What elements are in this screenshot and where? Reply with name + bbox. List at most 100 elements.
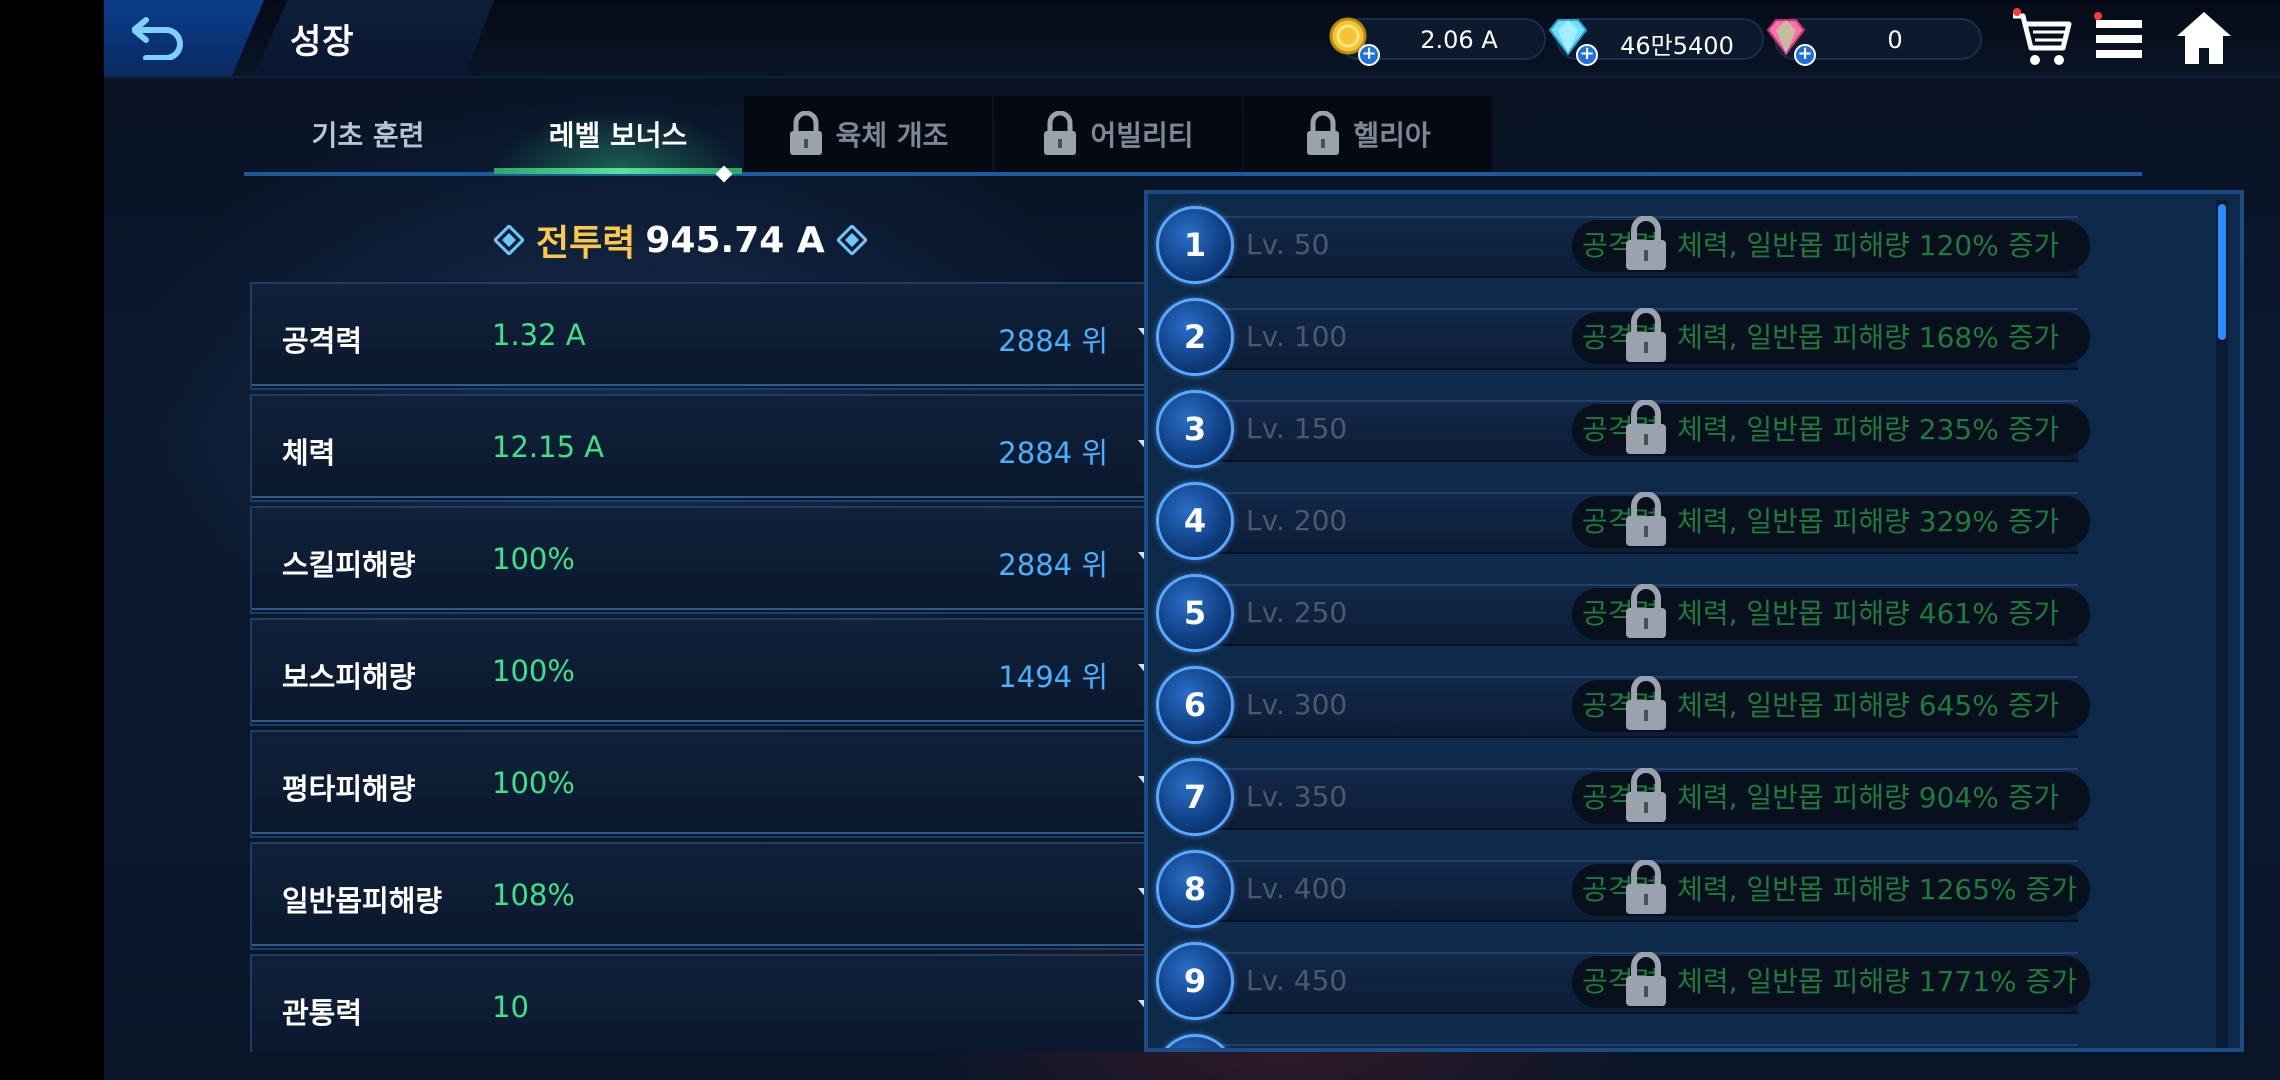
stat-value: 12.15 A xyxy=(492,430,605,464)
stat-name: 스킬피해량 xyxy=(282,548,416,582)
stat-name: 평타피해량 xyxy=(282,772,416,806)
bonus-row-9[interactable]: 9 Lv. 450 공격력, 체력, 일반몹 피해량 1771% 증가 xyxy=(1154,942,2218,1022)
bonus-row-2[interactable]: 2 Lv. 100 공격력, 체력, 일반몹 피해량 168% 증가 xyxy=(1154,298,2218,378)
stat-rank: 2884 위 xyxy=(998,548,1108,582)
bonus-number-badge: 2 xyxy=(1156,298,1234,376)
bonus-row-10-partial[interactable] xyxy=(1154,1034,2218,1048)
combat-power-label: 전투력 xyxy=(536,223,636,264)
stat-row-basic-attack-damage[interactable]: 평타피해량 100% xyxy=(250,730,1204,838)
stat-list[interactable]: 공격력 1.32 A 2884 위 체력 12.15 A 2884 위 스킬피해… xyxy=(250,282,1206,1052)
lock-icon xyxy=(1626,952,1666,1006)
stat-rank: 2884 위 xyxy=(998,324,1108,358)
stat-row-boss-damage[interactable]: 보스피해량 100% 1494 위 xyxy=(250,618,1204,726)
stat-row-skill-damage[interactable]: 스킬피해량 100% 2884 위 xyxy=(250,506,1204,614)
tab-ability[interactable]: 어빌리티 xyxy=(994,96,1242,172)
back-arrow-icon xyxy=(132,17,183,60)
stat-value: 108% xyxy=(492,878,575,912)
row-divider xyxy=(252,944,1202,946)
lock-icon xyxy=(1626,216,1666,270)
bonus-number-badge: 6 xyxy=(1156,666,1234,744)
row-divider xyxy=(252,832,1202,834)
currency-gold[interactable]: + 2.06 A xyxy=(1329,17,1546,66)
lock-icon xyxy=(789,111,822,155)
bonus-number-badge xyxy=(1156,1034,1234,1048)
currency-diamond-value: 46만5400 xyxy=(1620,32,1734,60)
lock-icon xyxy=(1044,111,1077,155)
top-bar: 성장 + 2.06 A + 46만5400 + 0 xyxy=(104,0,2280,78)
stat-row-normal-mob-damage[interactable]: 일반몹피해량 108% xyxy=(250,842,1204,950)
stat-name: 체력 xyxy=(282,436,336,470)
level-bonus-list[interactable]: 1 Lv. 50 공격력, 체력, 일반몹 피해량 120% 증가 2 Lv. … xyxy=(1144,194,2224,1048)
bonus-row-7[interactable]: 7 Lv. 350 공격력, 체력, 일반몹 피해량 904% 증가 xyxy=(1154,758,2218,838)
bonus-number-badge: 3 xyxy=(1156,390,1234,468)
tab-label: 레벨 보너스 xyxy=(548,119,688,152)
bonus-level: Lv. 300 xyxy=(1246,688,1348,721)
row-divider xyxy=(252,496,1202,498)
stat-name: 관통력 xyxy=(282,996,363,1030)
stat-row-health[interactable]: 체력 12.15 A 2884 위 xyxy=(250,394,1204,502)
home-icon[interactable] xyxy=(2173,8,2235,68)
bonus-level: Lv. 200 xyxy=(1246,504,1348,537)
growth-screen: 성장 + 2.06 A + 46만5400 + 0 기초 훈련 레벨 보너스 육… xyxy=(104,0,2280,1080)
lock-icon xyxy=(1626,400,1666,454)
tab-basic-training[interactable]: 기초 훈련 xyxy=(244,96,492,172)
bonus-row-8[interactable]: 8 Lv. 400 공격력, 체력, 일반몹 피해량 1265% 증가 xyxy=(1154,850,2218,930)
page-title: 성장 xyxy=(290,22,355,62)
cart-icon[interactable] xyxy=(2009,6,2077,70)
active-tab-indicator xyxy=(494,168,742,174)
stat-row-attack[interactable]: 공격력 1.32 A 2884 위 xyxy=(250,282,1204,390)
bonus-row-6[interactable]: 6 Lv. 300 공격력, 체력, 일반몹 피해량 645% 증가 xyxy=(1154,666,2218,746)
diamond-marker-icon xyxy=(494,225,524,255)
stat-name: 일반몹피해량 xyxy=(282,884,443,918)
bonus-level: Lv. 350 xyxy=(1246,780,1348,813)
stat-value: 100% xyxy=(492,766,575,800)
diamond-marker-icon xyxy=(836,225,867,255)
bonus-level: Lv. 150 xyxy=(1246,412,1348,445)
stat-rank: 1494 위 xyxy=(998,660,1108,694)
lock-icon xyxy=(1626,308,1666,362)
currency-gem[interactable]: + 0 xyxy=(1766,18,1982,66)
bonus-number-badge: 1 xyxy=(1156,206,1234,284)
tab-helia[interactable]: 헬리아 xyxy=(1244,96,1492,172)
bonus-bar xyxy=(1194,1044,2078,1048)
row-divider xyxy=(252,720,1202,722)
stat-value: 100% xyxy=(492,542,575,576)
bonus-row-5[interactable]: 5 Lv. 250 공격력, 체력, 일반몹 피해량 461% 증가 xyxy=(1154,574,2218,654)
app-root: 성장 + 2.06 A + 46만5400 + 0 기초 훈련 레벨 보너스 육… xyxy=(0,0,2280,1080)
stat-value: 100% xyxy=(492,654,575,688)
lock-icon xyxy=(1626,492,1666,546)
combat-power: 전투력 945.74 A xyxy=(494,218,867,264)
bonus-row-1[interactable]: 1 Lv. 50 공격력, 체력, 일반몹 피해량 120% 증가 xyxy=(1154,206,2218,286)
lock-icon xyxy=(1626,584,1666,638)
bonus-number-badge: 4 xyxy=(1156,482,1234,560)
bonus-level: Lv. 450 xyxy=(1246,964,1348,997)
bonus-row-4[interactable]: 4 Lv. 200 공격력, 체력, 일반몹 피해량 329% 증가 xyxy=(1154,482,2218,562)
bonus-level: Lv. 400 xyxy=(1246,872,1348,905)
row-divider xyxy=(252,384,1202,386)
lock-icon xyxy=(1626,676,1666,730)
stat-row-penetration[interactable]: 관통력 10 xyxy=(250,954,1204,1052)
currency-gold-value: 2.06 A xyxy=(1420,26,1498,54)
bonus-number-badge: 8 xyxy=(1156,850,1234,928)
bonus-number-badge: 5 xyxy=(1156,574,1234,652)
menu-icon[interactable] xyxy=(2092,12,2148,66)
bonus-level: Lv. 250 xyxy=(1246,596,1348,629)
tab-label: 육체 개조 xyxy=(835,119,949,152)
bonus-level: Lv. 100 xyxy=(1246,320,1348,353)
bonus-number-badge: 7 xyxy=(1156,758,1234,836)
tab-level-bonus[interactable]: 레벨 보너스 xyxy=(494,96,742,172)
tab-label: 헬리아 xyxy=(1353,119,1431,152)
tab-label: 어빌리티 xyxy=(1090,119,1194,152)
bonus-row-3[interactable]: 3 Lv. 150 공격력, 체력, 일반몹 피해량 235% 증가 xyxy=(1154,390,2218,470)
back-button[interactable] xyxy=(104,0,264,76)
combat-power-value: 945.74 A xyxy=(645,219,825,261)
currency-diamond[interactable]: + 46만5400 xyxy=(1548,18,1764,66)
tab-bar: 기초 훈련 레벨 보너스 육체 개조 어빌리티 헬리아 xyxy=(244,96,1494,178)
bonus-list-scroll-thumb[interactable] xyxy=(2218,204,2226,340)
currency-gem-value: 0 xyxy=(1887,26,1903,54)
bonus-level: Lv. 50 xyxy=(1246,228,1330,261)
tab-body-modification[interactable]: 육체 개조 xyxy=(744,96,992,172)
stat-name: 공격력 xyxy=(282,324,363,358)
row-divider xyxy=(252,608,1202,610)
stat-value: 1.32 A xyxy=(492,318,586,352)
